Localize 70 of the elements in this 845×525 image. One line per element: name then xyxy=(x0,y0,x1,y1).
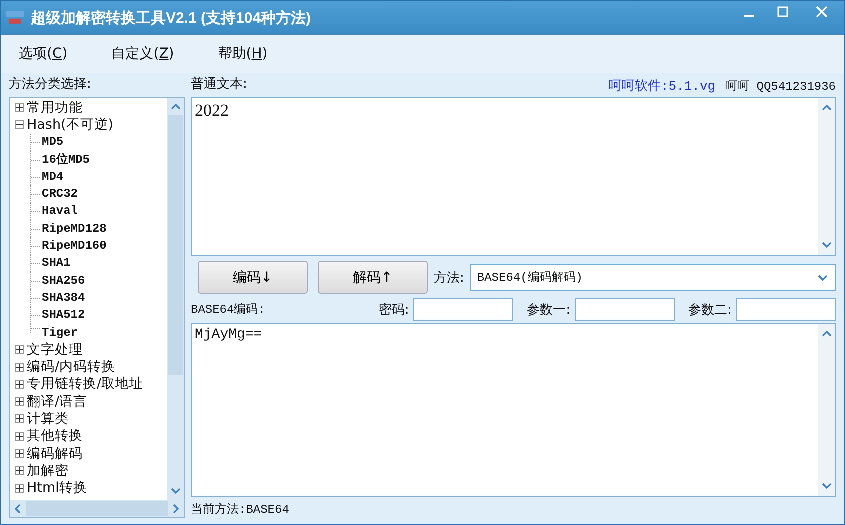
minimize-icon xyxy=(744,15,754,17)
output-text-area[interactable]: MjAyMg== xyxy=(191,323,836,497)
collapse-icon[interactable] xyxy=(15,120,24,130)
expand-icon[interactable] xyxy=(15,103,24,112)
scroll-down-icon[interactable] xyxy=(820,241,832,249)
method-dropdown[interactable]: BASE64(编码解码) xyxy=(470,264,836,291)
action-button[interactable]: 编码↓ xyxy=(198,261,308,294)
tree-item[interactable]: SHA512 xyxy=(42,308,86,322)
expand-icon[interactable] xyxy=(15,466,24,476)
expand-icon[interactable] xyxy=(15,380,24,389)
scroll-right-icon[interactable] xyxy=(172,502,180,514)
tree-item[interactable]: SHA256 xyxy=(42,274,86,288)
scroll-up-icon[interactable] xyxy=(820,330,832,338)
maximize-icon xyxy=(777,6,789,18)
tree-item[interactable]: Html转换 xyxy=(27,479,88,498)
tree-item[interactable]: CRC32 xyxy=(42,187,78,202)
tree-item[interactable]: Tiger xyxy=(42,326,78,340)
method-label: 方法: xyxy=(434,270,464,288)
tree-item[interactable]: 16位MD5 xyxy=(42,151,90,168)
scroll-down-icon[interactable] xyxy=(170,487,182,495)
tree-item[interactable]: 其他转换 xyxy=(27,427,83,446)
tree-item[interactable]: Hash(不可逆) xyxy=(27,116,114,134)
tree-item[interactable]: 编码/内码转换 xyxy=(27,358,116,376)
app-icon xyxy=(5,10,25,26)
field-label: 参数二: xyxy=(688,302,732,318)
input-field[interactable] xyxy=(574,298,675,321)
tree-item[interactable]: RipeMD128 xyxy=(42,222,107,236)
expand-icon[interactable] xyxy=(15,449,24,458)
scroll-up-icon[interactable] xyxy=(820,104,832,112)
field-label: 参数一: xyxy=(527,302,571,318)
expand-icon[interactable] xyxy=(15,345,24,354)
tree-item[interactable]: MD5 xyxy=(42,135,64,150)
menu-item[interactable]: 帮助(H) xyxy=(208,45,278,63)
tree-item[interactable]: 常用功能 xyxy=(27,98,83,117)
author-text: 呵呵 QQ541231936 xyxy=(726,79,836,95)
tree-item[interactable]: 翻译/语言 xyxy=(27,392,88,411)
tree-item[interactable]: 编码解码 xyxy=(27,444,83,463)
tree-item[interactable]: SHA384 xyxy=(42,290,86,305)
expand-icon[interactable] xyxy=(15,362,24,372)
close-icon xyxy=(816,6,828,18)
horizontal-scrollbar[interactable] xyxy=(10,500,184,517)
input-field[interactable] xyxy=(736,298,836,321)
expand-icon[interactable] xyxy=(15,484,24,493)
scroll-up-icon[interactable] xyxy=(170,103,182,111)
menu-item[interactable]: 自定义(Z) xyxy=(102,45,184,63)
menu-item[interactable]: 选项(C) xyxy=(9,45,78,63)
tree-item[interactable]: RipeMD160 xyxy=(42,239,107,254)
vertical-scrollbar[interactable] xyxy=(167,98,184,500)
output-label: BASE64编码: xyxy=(191,302,266,319)
website-link[interactable]: 呵呵软件:5.1.vg xyxy=(608,77,716,95)
scroll-left-icon[interactable] xyxy=(14,502,22,514)
field-label: 密码: xyxy=(378,302,410,318)
tree-item[interactable]: 文字处理 xyxy=(27,340,83,359)
input-text-area[interactable]: 2022 xyxy=(191,97,836,256)
window-title: 超级加解密转换工具V2.1 (支持104种方法) xyxy=(31,8,312,28)
tree-item[interactable]: 计算类 xyxy=(27,410,69,428)
tree-item[interactable]: MD4 xyxy=(42,170,64,184)
tree-item[interactable]: SHA1 xyxy=(42,256,71,270)
action-button[interactable]: 解码↑ xyxy=(318,261,428,294)
scroll-down-icon[interactable] xyxy=(820,482,832,490)
tree-item[interactable]: Haval xyxy=(42,204,78,218)
input-field[interactable] xyxy=(413,298,514,321)
tree-item[interactable]: 专用链转换/取地址 xyxy=(27,375,144,394)
expand-icon[interactable] xyxy=(15,397,24,406)
expand-icon[interactable] xyxy=(15,414,24,424)
status-text: 当前方法:BASE64 xyxy=(191,502,290,518)
expand-icon[interactable] xyxy=(15,432,24,441)
panel-label: 方法分类选择: xyxy=(9,76,92,94)
input-label: 普通文本: xyxy=(191,76,248,94)
tree-item[interactable]: 加解密 xyxy=(27,462,69,480)
